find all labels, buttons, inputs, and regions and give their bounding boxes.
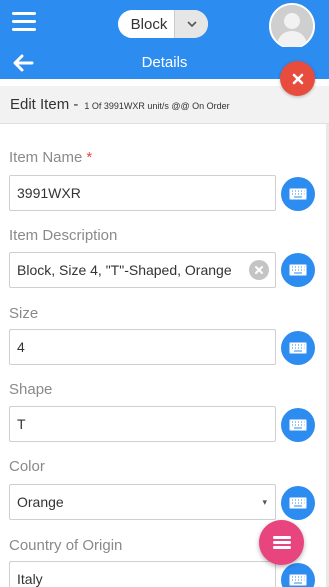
shape-value: T [17,416,26,432]
shape-input[interactable]: T [9,406,276,442]
keyboard-button[interactable] [281,563,315,587]
edit-item-header: Edit Item - 1 Of 3991WXR unit/s @@ On Or… [0,86,329,124]
category-selector[interactable]: Block [118,10,208,38]
item-description-value: Block, Size 4, "T"-Shaped, Orange [17,262,232,278]
hamburger-icon[interactable] [12,12,36,32]
country-of-origin-label: Country of Origin [9,537,123,554]
edit-item-title: Edit Item - [10,96,79,113]
required-marker: * [86,149,93,166]
top-app-bar: Block [0,0,329,49]
keyboard-icon [289,574,307,586]
color-select[interactable]: Orange ▾ [9,484,276,520]
keyboard-icon [289,188,307,200]
edit-item-subtitle: 1 Of 3991WXR unit/s @@ On Order [84,100,230,111]
fab-menu-button[interactable] [259,520,304,565]
user-avatar-icon[interactable] [269,3,315,49]
keyboard-icon [289,264,307,276]
size-value: 4 [17,339,25,355]
close-icon [292,73,303,84]
item-name-label: Item Name * [9,149,92,166]
keyboard-button[interactable] [281,408,315,442]
size-input[interactable]: 4 [9,329,276,365]
keyboard-icon [289,342,307,354]
country-of-origin-input[interactable]: Italy [9,561,276,587]
category-selector-value: Block [130,15,168,33]
keyboard-button[interactable] [281,331,315,365]
chevron-down-icon[interactable] [174,10,208,38]
keyboard-icon [289,497,307,509]
item-name-label-text: Item Name [9,149,83,166]
size-label: Size [9,305,39,322]
chevron-down-icon: ▾ [262,496,267,507]
shape-label: Shape [9,381,53,398]
color-label: Color [9,458,45,475]
close-button[interactable] [280,61,315,96]
item-description-label: Item Description [9,227,118,244]
page-title: Details [141,54,188,71]
keyboard-icon [289,419,307,431]
clear-icon[interactable] [249,260,269,280]
color-value: Orange [17,494,64,510]
menu-icon [272,534,291,551]
item-description-input[interactable]: Block, Size 4, "T"-Shaped, Orange [9,252,276,288]
item-name-input[interactable]: 3991WXR [9,175,276,211]
country-of-origin-value: Italy [17,571,43,587]
keyboard-button[interactable] [281,177,315,211]
keyboard-button[interactable] [281,486,315,520]
item-name-value: 3991WXR [17,185,81,201]
keyboard-button[interactable] [281,253,315,287]
